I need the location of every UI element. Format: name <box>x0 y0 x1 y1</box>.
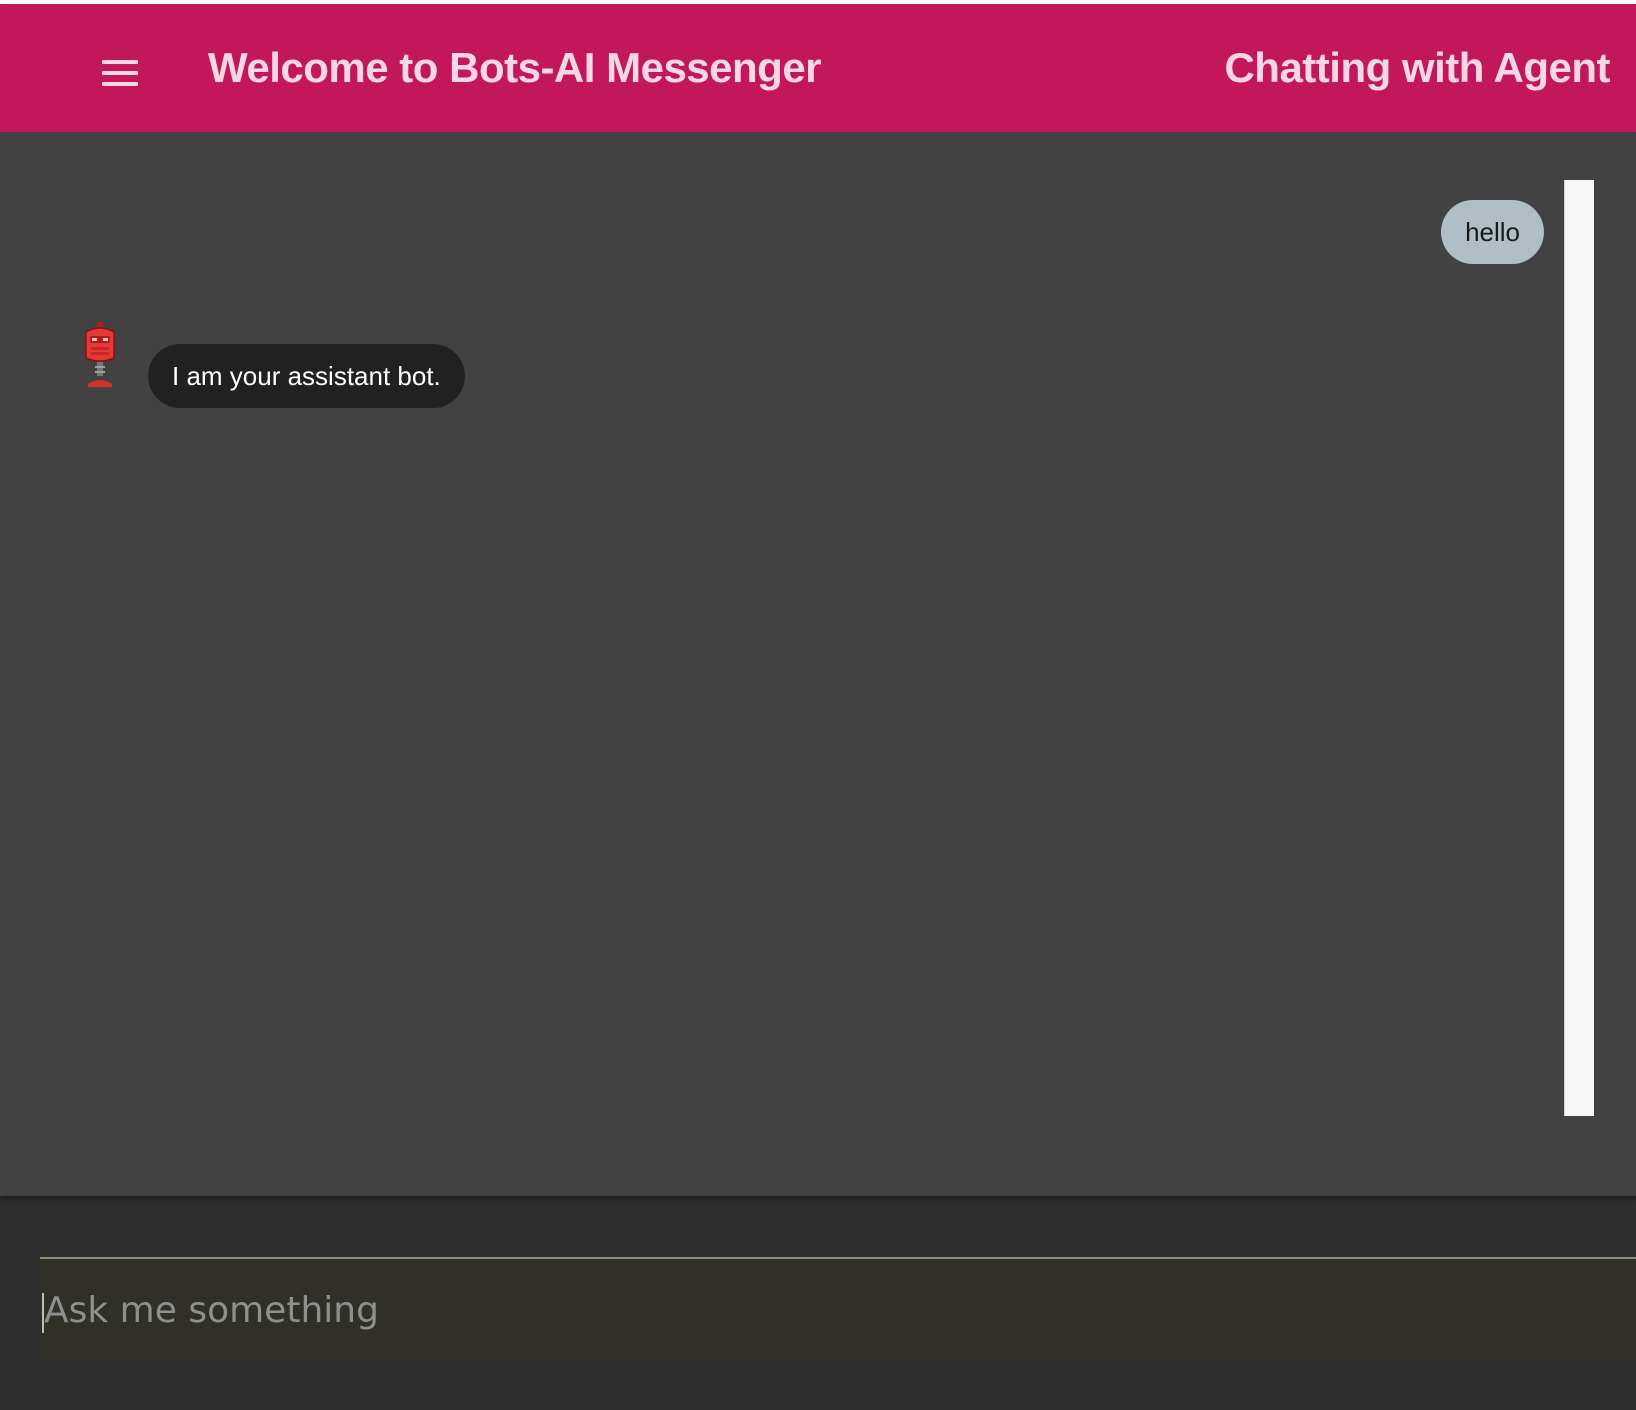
app-bar: Welcome to Bots-AI Messenger Chatting wi… <box>0 4 1636 132</box>
chat-status: Chatting with Agent <box>1224 44 1610 91</box>
robot-icon <box>85 322 115 387</box>
app-title: Welcome to Bots-AI Messenger <box>208 44 822 91</box>
hamburger-menu-icon[interactable] <box>94 50 146 96</box>
text-caret <box>42 1293 44 1333</box>
chat-scrollbar[interactable] <box>1564 180 1594 1116</box>
message-input-container <box>40 1257 1636 1361</box>
message-input[interactable] <box>40 1259 1636 1361</box>
chat-panel: hello I am your assistant bot. <box>0 132 1636 1196</box>
user-message-bubble: hello <box>1441 200 1544 264</box>
menu-icon-line <box>102 60 138 64</box>
menu-icon-line <box>102 82 138 86</box>
menu-icon-line <box>102 71 138 75</box>
bot-message-bubble: I am your assistant bot. <box>148 344 465 408</box>
